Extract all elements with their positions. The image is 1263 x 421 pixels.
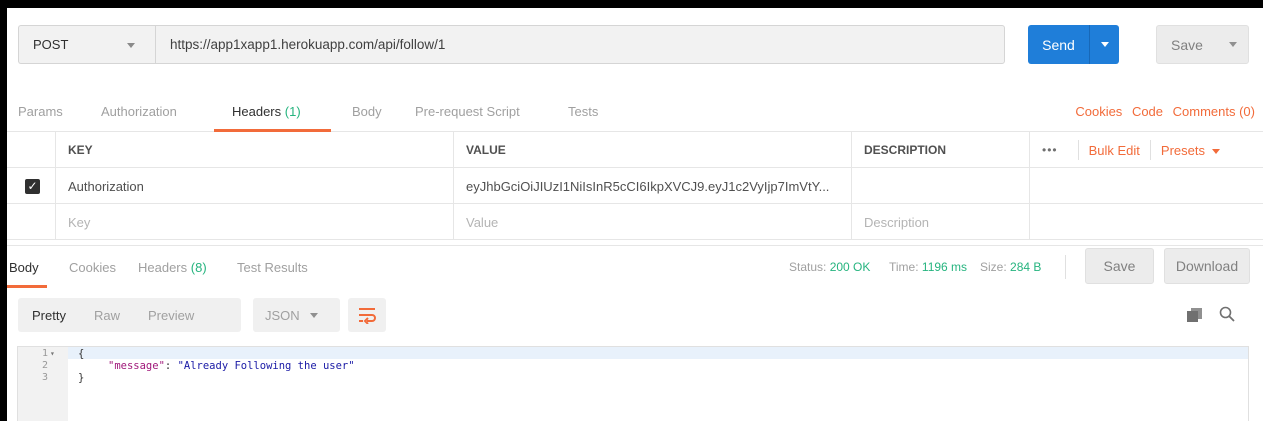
format-label: JSON (265, 307, 300, 323)
line-number: 3 (42, 372, 49, 383)
time-value: 1196 ms (921, 260, 968, 274)
tab-headers[interactable]: Headers (1) (232, 104, 301, 119)
save-dropdown[interactable] (1217, 42, 1248, 47)
response-code-viewer[interactable]: 1 ▾ 2 3 { "message": "Already Following t… (17, 346, 1249, 421)
request-tabs: Params Authorization Headers (1) Body Pr… (7, 94, 1263, 132)
request-links: Cookies Code Comments (0) (1069, 104, 1255, 119)
chevron-down-icon (127, 43, 135, 48)
chevron-down-icon (309, 312, 318, 318)
save-label: Save (1171, 36, 1203, 53)
method-select[interactable]: POST (18, 25, 155, 64)
row-actions-cell (1029, 204, 1263, 240)
wrap-lines-icon (359, 308, 376, 324)
table-row-new: Key Value Description (7, 204, 1263, 240)
url-text: https://app1xapp1.herokuapp.com/api/foll… (170, 37, 446, 52)
active-tab-indicator (7, 285, 47, 288)
column-value: VALUE (453, 132, 851, 168)
header-value-cell[interactable]: eyJhbGciOiJIUzI1NiIsInR5cCI6IkpXVCJ9.eyJ… (453, 168, 851, 204)
code-link[interactable]: Code (1132, 104, 1163, 119)
line-number: 2 (42, 360, 49, 371)
more-options-icon[interactable]: ••• (1042, 143, 1058, 157)
check-icon: ✓ (27, 179, 38, 193)
search-icon[interactable] (1219, 306, 1235, 322)
table-header-row: KEY VALUE DESCRIPTION ••• Bulk Edit Pres… (7, 132, 1263, 168)
row-check-cell (7, 204, 55, 240)
presets-dropdown[interactable]: Presets (1161, 143, 1220, 158)
tab-pre-request-script[interactable]: Pre-request Script (415, 104, 520, 119)
size-label: Size: (980, 260, 1007, 274)
method-label: POST (33, 37, 69, 52)
table-actions: ••• Bulk Edit Presets (1029, 132, 1263, 168)
tab-headers-label: Headers (232, 104, 282, 119)
postman-window: POST https://app1xapp1.herokuapp.com/api… (7, 8, 1263, 421)
chevron-down-icon (1212, 148, 1220, 154)
presets-label: Presets (1160, 142, 1205, 158)
view-preview[interactable]: Preview (134, 308, 208, 323)
wrap-lines-button[interactable] (348, 298, 386, 332)
response-headers-count: (8) (190, 260, 207, 275)
tab-test-results[interactable]: Test Results (237, 260, 308, 275)
code-line: "message": "Already Following the user" (108, 360, 355, 372)
code-line: { (78, 348, 85, 360)
header-description-cell[interactable] (851, 168, 1029, 204)
format-select[interactable]: JSON (253, 298, 340, 332)
row-actions-cell (1029, 168, 1263, 204)
headers-count-badge: (1) (284, 104, 301, 119)
save-response-button[interactable]: Save (1085, 248, 1154, 284)
column-description: DESCRIPTION (851, 132, 1029, 168)
url-input[interactable]: https://app1xapp1.herokuapp.com/api/foll… (155, 25, 1005, 64)
bulk-edit-link[interactable]: Bulk Edit (1089, 143, 1140, 158)
tab-response-headers-label: Headers (138, 260, 188, 275)
divider (1065, 255, 1066, 279)
tab-response-cookies[interactable]: Cookies (69, 260, 116, 275)
code-line: } (78, 372, 85, 384)
view-pretty[interactable]: Pretty (18, 308, 80, 323)
active-line-highlight (68, 347, 1248, 359)
key-input[interactable]: Key (55, 204, 453, 240)
request-bar: POST https://app1xapp1.herokuapp.com/api… (7, 8, 1263, 88)
save-request-button[interactable]: Save (1156, 25, 1249, 64)
tab-response-body[interactable]: Body (9, 260, 39, 275)
divider (1077, 140, 1079, 160)
size-value: 284 B (1010, 260, 1042, 274)
size-readout: Size: 284 B (980, 260, 1041, 274)
body-toolbar: Pretty Raw Preview JSON (7, 296, 1263, 336)
copy-icon[interactable] (1187, 308, 1203, 322)
cookies-link[interactable]: Cookies (1075, 104, 1122, 119)
view-raw[interactable]: Raw (80, 308, 134, 323)
response-tabs: Body Cookies Headers (8) Test Results St… (7, 245, 1263, 288)
column-key: KEY (55, 132, 453, 168)
divider (1149, 140, 1151, 160)
fold-toggle-icon[interactable]: ▾ (50, 348, 55, 360)
time-readout: Time: 1196 ms (889, 260, 967, 274)
send-label: Send (1042, 36, 1075, 53)
view-mode-group: Pretty Raw Preview (18, 298, 241, 332)
tab-body[interactable]: Body (352, 104, 382, 119)
json-colon: : (164, 360, 178, 372)
line-number: 1 ▾ (42, 348, 55, 360)
json-value: "Already Following the user" (177, 360, 355, 372)
status-value: 200 OK (829, 260, 871, 274)
json-key: "message" (108, 360, 165, 372)
send-button[interactable]: Send (1028, 25, 1119, 64)
tab-tests[interactable]: Tests (568, 104, 598, 119)
header-key-cell[interactable]: Authorization (55, 168, 453, 204)
checkbox-checked[interactable]: ✓ (25, 178, 40, 194)
value-input[interactable]: Value (453, 204, 851, 240)
description-input[interactable]: Description (851, 204, 1029, 240)
status-label: Status: (789, 260, 827, 274)
send-dropdown[interactable] (1090, 42, 1119, 47)
tab-params[interactable]: Params (18, 104, 63, 119)
row-check-cell: ✓ (7, 168, 55, 204)
tab-response-headers[interactable]: Headers (8) (138, 260, 207, 275)
download-button[interactable]: Download (1164, 248, 1250, 284)
chevron-down-icon (1100, 42, 1109, 47)
status-readout: Status: 200 OK (789, 260, 870, 274)
comments-link[interactable]: Comments (0) (1173, 104, 1255, 119)
table-row: ✓ Authorization eyJhbGciOiJIUzI1NiIsInR5… (7, 168, 1263, 204)
time-label: Time: (889, 260, 919, 274)
header-check-cell (7, 132, 55, 168)
tab-authorization[interactable]: Authorization (101, 104, 177, 119)
chevron-down-icon (1228, 42, 1237, 47)
